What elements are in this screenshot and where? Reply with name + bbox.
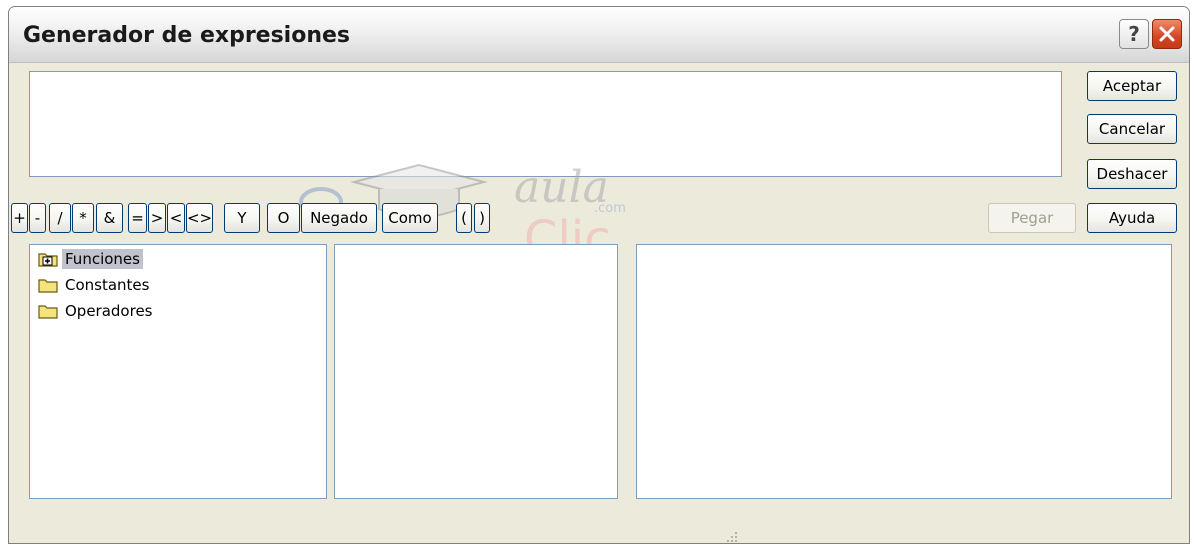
operator-ampersand-button[interactable]: & bbox=[96, 203, 123, 233]
folder-icon bbox=[38, 279, 58, 293]
operator-o-button[interactable]: O bbox=[267, 203, 300, 233]
folder-plus-icon bbox=[38, 253, 58, 267]
help-title-button[interactable]: ? bbox=[1119, 19, 1149, 49]
window-title: Generador de expresiones bbox=[23, 23, 351, 48]
operator-open-paren-button[interactable]: ( bbox=[456, 203, 472, 233]
pegar-button[interactable]: Pegar bbox=[988, 203, 1076, 233]
title-bar[interactable]: Generador de expresiones ? bbox=[9, 7, 1189, 63]
tree-item-constantes[interactable]: Constantes bbox=[38, 273, 152, 297]
operator-divide-button[interactable]: / bbox=[49, 203, 71, 233]
operator-not-equal-button[interactable]: <> bbox=[186, 203, 213, 233]
deshacer-button[interactable]: Deshacer bbox=[1087, 159, 1177, 189]
resize-grip-icon[interactable] bbox=[724, 529, 738, 543]
operator-multiply-button[interactable]: * bbox=[72, 203, 94, 233]
tree-item-label: Funciones bbox=[62, 249, 143, 269]
expression-input[interactable] bbox=[29, 71, 1062, 177]
operator-como-button[interactable]: Como bbox=[382, 203, 438, 233]
operator-minus-button[interactable]: - bbox=[29, 203, 46, 233]
folder-icon bbox=[38, 305, 58, 319]
operator-close-paren-button[interactable]: ) bbox=[474, 203, 490, 233]
value-list-panel[interactable] bbox=[636, 244, 1172, 499]
element-tree-panel[interactable]: Funciones Constantes Operadores bbox=[29, 244, 327, 499]
aceptar-button[interactable]: Aceptar bbox=[1087, 71, 1177, 101]
operator-less-button[interactable]: < bbox=[167, 203, 185, 233]
ayuda-button[interactable]: Ayuda bbox=[1087, 203, 1177, 233]
operator-greater-button[interactable]: > bbox=[148, 203, 166, 233]
tree-item-label: Operadores bbox=[65, 302, 153, 320]
tree-item-funciones[interactable]: Funciones bbox=[38, 247, 143, 271]
close-button[interactable] bbox=[1152, 19, 1182, 49]
question-mark-icon: ? bbox=[1128, 22, 1140, 46]
cancelar-button[interactable]: Cancelar bbox=[1087, 114, 1177, 144]
tree-item-label: Constantes bbox=[65, 276, 150, 294]
operator-plus-button[interactable]: + bbox=[11, 203, 28, 233]
expression-builder-dialog: Generador de expresiones ? Aceptar Cance… bbox=[8, 6, 1190, 544]
operator-y-button[interactable]: Y bbox=[224, 203, 260, 233]
operator-negado-button[interactable]: Negado bbox=[301, 203, 377, 233]
tree-item-operadores[interactable]: Operadores bbox=[38, 299, 156, 323]
category-list-panel[interactable] bbox=[334, 244, 618, 499]
close-icon bbox=[1159, 26, 1175, 42]
watermark-text-com: .com bbox=[594, 201, 626, 216]
operator-equals-button[interactable]: = bbox=[128, 203, 147, 233]
